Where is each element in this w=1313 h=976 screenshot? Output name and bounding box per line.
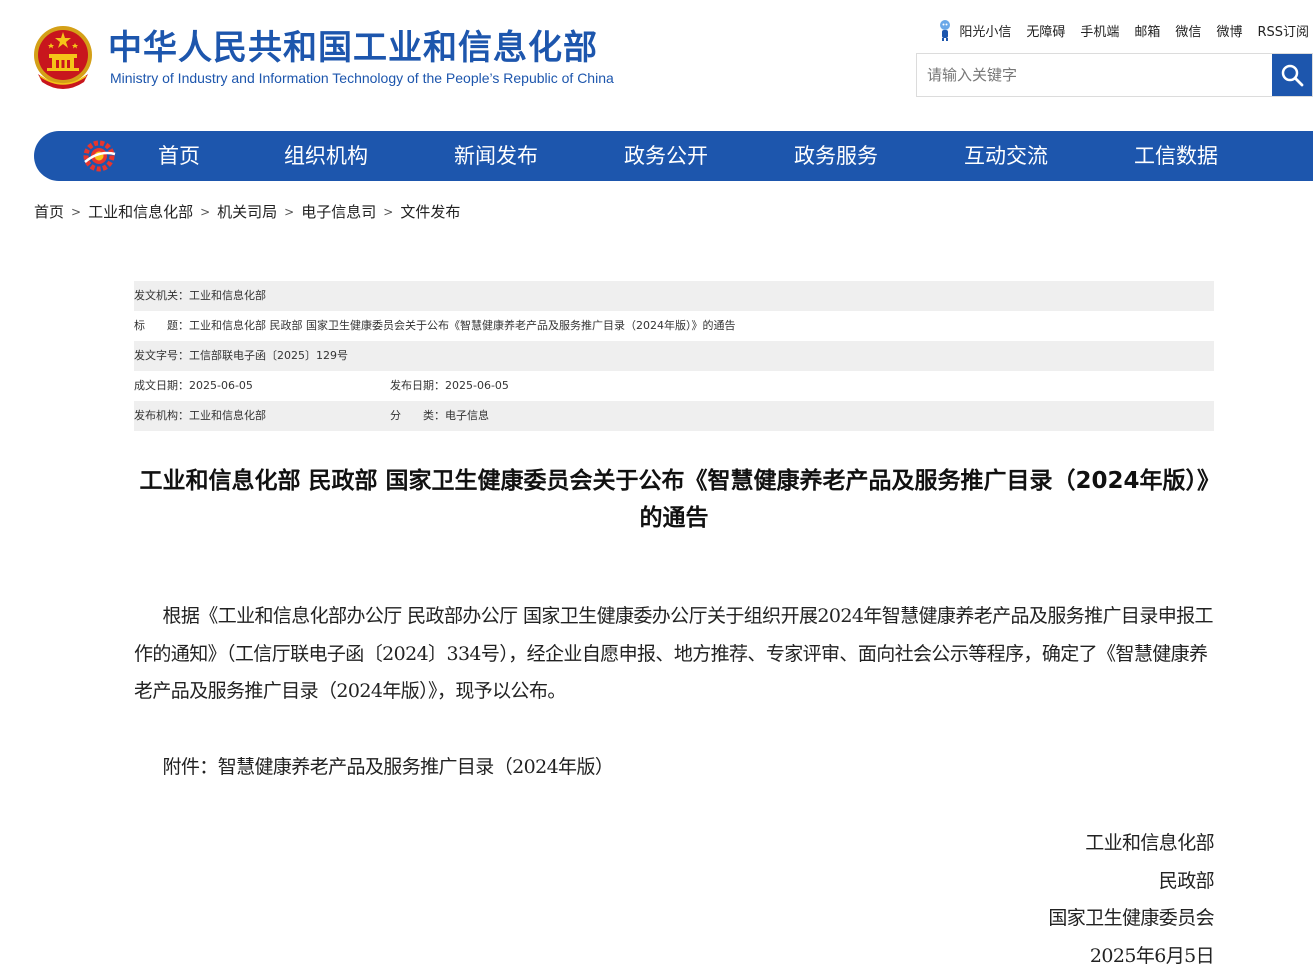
nav-news[interactable]: 新闻发布 bbox=[454, 131, 538, 181]
breadcrumb-electronics-dept[interactable]: 电子信息司 bbox=[301, 201, 376, 222]
toplink-wechat[interactable]: 微信 bbox=[1175, 21, 1201, 40]
attachment-link[interactable]: 附件：智慧健康养老产品及服务推广目录（2024年版） bbox=[134, 749, 1214, 787]
meta-issuer: 工业和信息化部 bbox=[189, 289, 266, 302]
page: 中华人民共和国工业和信息化部 Ministry of Industry and … bbox=[0, 0, 1313, 976]
document-meta: 发文机关：工业和信息化部 标 题：工业和信息化部 民政部 国家卫生健康委员会关于… bbox=[134, 281, 1214, 431]
breadcrumb-ministry[interactable]: 工业和信息化部 bbox=[88, 201, 193, 222]
meta-row-docno: 发文字号：工信部联电子函〔2025〕129号 bbox=[134, 341, 1214, 371]
nav-gov-services[interactable]: 政务服务 bbox=[794, 131, 878, 181]
national-emblem-icon[interactable] bbox=[32, 24, 94, 90]
meta-row-publisher: 发布机构：工业和信息化部 分 类：电子信息 bbox=[134, 401, 1214, 431]
meta-publisher: 工业和信息化部 bbox=[189, 409, 266, 422]
chevron-right-icon: > bbox=[200, 204, 211, 219]
meta-category: 电子信息 bbox=[445, 409, 489, 422]
search-icon bbox=[1281, 64, 1304, 87]
signature-health-commission: 国家卫生健康委员会 bbox=[1048, 907, 1214, 929]
meta-title: 工业和信息化部 民政部 国家卫生健康委员会关于公布《智慧健康养老产品及服务推广目… bbox=[189, 319, 736, 332]
breadcrumb-documents[interactable]: 文件发布 bbox=[400, 201, 460, 222]
nav-home[interactable]: 首页 bbox=[158, 131, 200, 181]
meta-label: 分 类： bbox=[390, 409, 445, 422]
meta-created-date: 2025-06-05 bbox=[189, 379, 253, 392]
toplink-label: 阳光小信 bbox=[959, 24, 1012, 40]
toplink-sunshine[interactable]: 阳光小信 bbox=[937, 18, 1011, 42]
signature-date: 2025年6月5日 bbox=[1089, 944, 1215, 967]
chevron-right-icon: > bbox=[284, 204, 295, 219]
article-paragraph: 根据《工业和信息化部办公厅 民政部办公厅 国家卫生健康委办公厅关于组织开展202… bbox=[134, 605, 1214, 702]
search-box bbox=[916, 53, 1313, 97]
meta-label: 成文日期： bbox=[134, 379, 189, 392]
meta-row-issuer: 发文机关：工业和信息化部 bbox=[134, 281, 1214, 311]
meta-published-date: 2025-06-05 bbox=[445, 379, 509, 392]
site-title-english[interactable]: Ministry of Industry and Information Tec… bbox=[110, 70, 614, 86]
toplink-rss[interactable]: RSS订阅 bbox=[1257, 21, 1309, 40]
breadcrumb: 首页 > 工业和信息化部 > 机关司局 > 电子信息司 > 文件发布 bbox=[34, 201, 460, 222]
article-title: 工业和信息化部 民政部 国家卫生健康委员会关于公布《智慧健康养老产品及服务推广目… bbox=[139, 468, 1209, 531]
search-button[interactable] bbox=[1272, 54, 1312, 96]
miit-logo-icon[interactable] bbox=[82, 140, 116, 172]
top-links: 阳光小信 无障碍 手机端 邮箱 微信 微博 RSS订阅 bbox=[937, 18, 1309, 42]
toplink-weibo[interactable]: 微博 bbox=[1216, 21, 1242, 40]
breadcrumb-departments[interactable]: 机关司局 bbox=[217, 201, 277, 222]
meta-row-title: 标 题：工业和信息化部 民政部 国家卫生健康委员会关于公布《智慧健康养老产品及服… bbox=[134, 311, 1214, 341]
meta-label: 发布日期： bbox=[390, 379, 445, 392]
site-title[interactable]: 中华人民共和国工业和信息化部 bbox=[108, 26, 598, 70]
mascot-icon bbox=[940, 20, 951, 41]
breadcrumb-home[interactable]: 首页 bbox=[34, 201, 64, 222]
nav-gov-affairs[interactable]: 政务公开 bbox=[624, 131, 708, 181]
meta-doc-number: 工信部联电子函〔2025〕129号 bbox=[189, 349, 348, 362]
search-input[interactable] bbox=[917, 54, 1272, 96]
toplink-mail[interactable]: 邮箱 bbox=[1134, 21, 1160, 40]
article-body: 根据《工业和信息化部办公厅 民政部办公厅 国家卫生健康委办公厅关于组织开展202… bbox=[134, 598, 1214, 711]
meta-row-dates: 成文日期：2025-06-05 发布日期：2025-06-05 bbox=[134, 371, 1214, 401]
nav-organization[interactable]: 组织机构 bbox=[284, 131, 368, 181]
toplink-mobile[interactable]: 手机端 bbox=[1080, 21, 1119, 40]
meta-label: 标 题： bbox=[134, 319, 189, 332]
chevron-right-icon: > bbox=[71, 204, 82, 219]
nav-interaction[interactable]: 互动交流 bbox=[964, 131, 1048, 181]
meta-label: 发布机构： bbox=[134, 409, 189, 422]
toplink-accessibility[interactable]: 无障碍 bbox=[1026, 21, 1065, 40]
signature-block: 工业和信息化部 民政部 国家卫生健康委员会 2025年6月5日 bbox=[134, 825, 1214, 975]
chevron-right-icon: > bbox=[383, 204, 394, 219]
main-nav: 首页 组织机构 新闻发布 政务公开 政务服务 互动交流 工信数据 bbox=[34, 131, 1313, 181]
meta-label: 发文机关： bbox=[134, 289, 189, 302]
signature-civil-affairs: 民政部 bbox=[1158, 869, 1215, 892]
signature-miit: 工业和信息化部 bbox=[1085, 832, 1214, 854]
meta-label: 发文字号： bbox=[134, 349, 189, 362]
nav-data[interactable]: 工信数据 bbox=[1134, 131, 1218, 181]
